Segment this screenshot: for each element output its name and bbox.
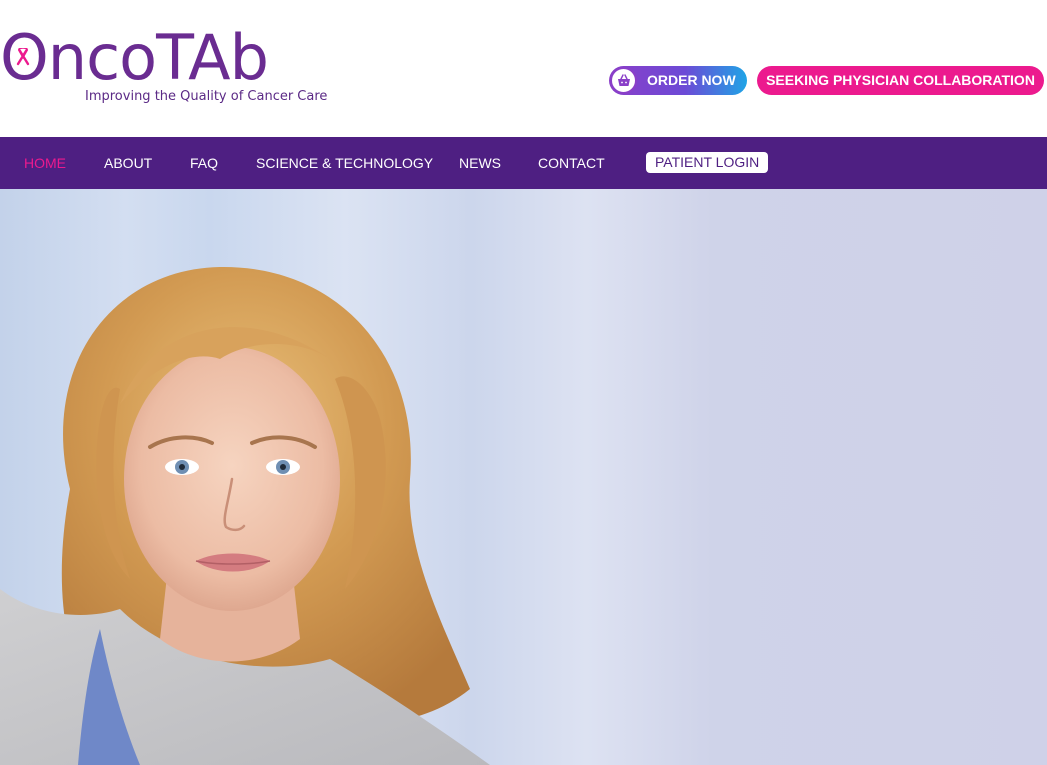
logo-tagline: Improving the Quality of Cancer Care (85, 89, 328, 104)
site-header: OncoTAb Improving the Quality of Cancer … (0, 0, 1047, 137)
hero-banner (0, 189, 1047, 765)
nav-item-news[interactable]: NEWS (459, 137, 501, 189)
logo-wordmark: OncoTAb (0, 21, 269, 94)
hero-image (0, 189, 1047, 765)
order-now-label: ORDER NOW (647, 72, 736, 88)
nav-item-science-technology[interactable]: SCIENCE & TECHNOLOGY (256, 137, 433, 189)
page: OncoTAb Improving the Quality of Cancer … (0, 0, 1047, 765)
seeking-physician-collaboration-button[interactable]: SEEKING PHYSICIAN COLLABORATION (757, 66, 1044, 95)
patient-login-button[interactable]: PATIENT LOGIN (646, 152, 769, 173)
nav-item-faq[interactable]: FAQ (190, 137, 218, 189)
order-now-button[interactable]: ORDER NOW (609, 66, 747, 95)
nav-item-home[interactable]: HOME (24, 137, 66, 189)
awareness-ribbon-icon (16, 48, 30, 66)
site-logo[interactable]: OncoTAb Improving the Quality of Cancer … (0, 22, 330, 112)
nav-item-about[interactable]: ABOUT (104, 137, 152, 189)
shopping-basket-icon (610, 67, 637, 94)
main-nav: HOME ABOUT FAQ SCIENCE & TECHNOLOGY NEWS… (0, 137, 1047, 189)
nav-item-contact[interactable]: CONTACT (538, 137, 605, 189)
